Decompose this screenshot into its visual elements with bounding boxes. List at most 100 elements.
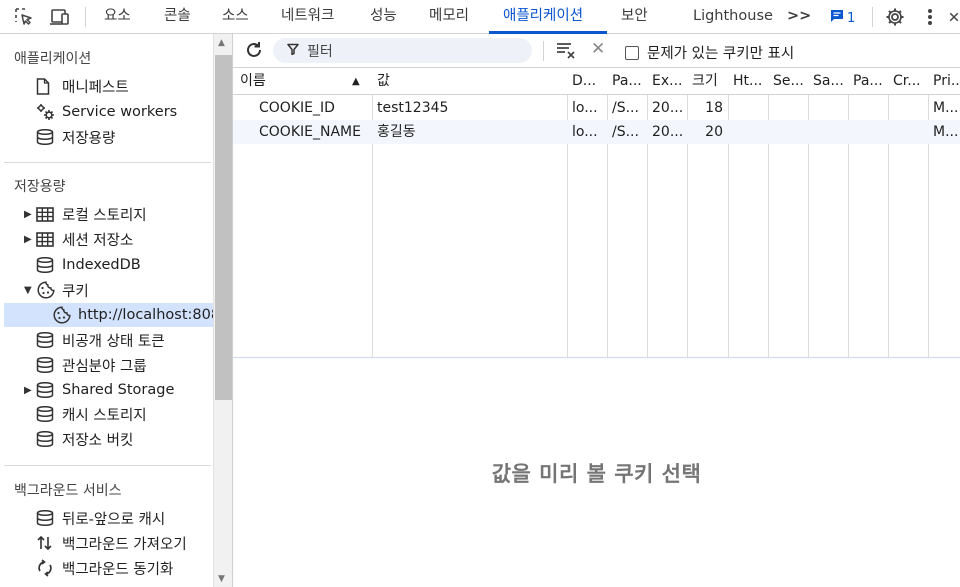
sidebar-item-background-sync[interactable]: 백그라운드 동기화 [36,556,173,580]
cell-samesite [808,120,848,144]
tab-application[interactable]: 애플리케이션 [503,0,583,34]
cell-expires: 20... [652,100,684,116]
cell-partition-key [848,96,888,120]
database-icon [36,356,58,374]
tab-security[interactable]: 보안 [621,0,648,34]
cookies-table: 이름 ▲ 값 D... Pa... Ex... 크기 Ht... Se... S… [233,68,960,358]
sidebar-item-background-fetch[interactable]: 백그라운드 가져오기 [36,531,187,555]
sidebar-item-interest-groups[interactable]: 관심분야 그룹 [36,353,147,377]
sidebar-item-storage-overview[interactable]: 저장용량 [36,125,115,149]
updown-arrows-icon [36,534,58,552]
refresh-icon[interactable] [243,39,265,65]
tab-network[interactable]: 네트워크 [281,0,334,34]
tab-performance[interactable]: 성능 [370,0,397,34]
cell-partition-key [848,120,888,144]
cell-cross-site [888,120,928,144]
sidebar-scrollbar[interactable]: ▲ ▼ [213,34,232,587]
section-header-application: 애플리케이션 [14,51,92,67]
cell-size: 18 [705,100,723,116]
table-header: 이름 ▲ 값 D... Pa... Ex... 크기 Ht... Se... S… [233,68,960,95]
filter-funnel-icon [287,43,299,59]
tab-console[interactable]: 콘솔 [164,0,191,34]
cell-cross-site [888,96,928,120]
sidebar-item-manifest[interactable]: 매니페스트 [36,74,129,98]
column-header-size[interactable]: 크기 [687,68,728,95]
database-icon [36,256,58,274]
filter-input[interactable]: 필터 [273,38,532,63]
tab-memory[interactable]: 메모리 [429,0,469,34]
sidebar-item-indexeddb[interactable]: IndexedDB [36,253,141,277]
column-header-httponly[interactable]: Ht... [728,68,768,95]
settings-gear-icon[interactable] [884,6,906,28]
cell-name: COOKIE_ID [259,100,335,116]
cell-domain: lo... [572,100,598,116]
column-header-priority[interactable]: Pri... [928,68,960,95]
sidebar-item-back-forward-cache[interactable]: 뒤로-앞으로 캐시 [36,506,165,530]
column-header-secure[interactable]: Se... [768,68,808,95]
tab-elements[interactable]: 요소 [104,0,131,34]
message-icon [830,9,844,27]
issues-only-checkbox[interactable]: 문제가 있는 쿠키만 표시 [625,42,794,63]
issues-count: 1 [847,10,856,26]
table-row[interactable]: COOKIE_ID test12345 lo... /S... 20... 18… [233,96,960,120]
cell-value: 홍길동 [377,124,416,140]
sync-icon [36,559,58,577]
column-header-cross-site[interactable]: Cr... [888,68,928,95]
column-header-domain[interactable]: D... [567,68,607,95]
close-devtools-icon[interactable] [948,6,960,28]
cell-path: /S... [612,100,639,116]
scroll-down-arrow-icon[interactable]: ▼ [218,574,225,584]
expand-arrow-icon[interactable]: ▶ [24,234,36,245]
sidebar-item-cookie-origin[interactable]: http://localhost:808 [52,303,213,327]
database-icon [36,381,58,399]
delete-selected-icon[interactable]: ✕ [591,39,605,59]
scrollbar-thumb[interactable] [215,55,232,400]
sidebar-item-local-storage[interactable]: ▶ 로컬 스토리지 [24,202,147,226]
column-header-partition-key[interactable]: Pa... [848,68,888,95]
expand-arrow-icon[interactable]: ▶ [24,209,36,220]
cell-httponly [728,96,768,120]
checkbox-box[interactable] [625,45,639,60]
sidebar-item-private-state-tokens[interactable]: 비공개 상태 토큰 [36,328,165,352]
sidebar-item-storage-buckets[interactable]: 저장소 버킷 [36,427,133,451]
table-row[interactable]: COOKIE_NAME 홍길동 lo... /S... 20... 20 M..… [233,120,960,144]
element-picker-icon[interactable] [13,6,35,28]
sidebar-item-shared-storage[interactable]: ▶ Shared Storage [24,378,174,402]
collapse-arrow-icon[interactable]: ▼ [24,285,36,296]
issues-badge[interactable]: 1 [830,9,855,27]
document-icon [36,77,58,95]
sidebar-item-cookies[interactable]: ▼ 쿠키 [24,278,89,302]
cookie-preview-pane: 값을 미리 볼 쿠키 선택 [233,359,960,587]
sort-ascending-icon: ▲ [352,76,360,87]
cookie-icon [52,306,74,324]
cell-secure [768,120,808,144]
expand-arrow-icon[interactable]: ▶ [24,385,36,396]
database-icon [36,331,58,349]
database-icon [36,405,58,423]
cell-expires: 20... [652,124,684,140]
sidebar-item-service-workers[interactable]: Service workers [36,100,177,124]
cell-path: /S... [612,124,639,140]
device-toolbar-icon[interactable] [49,6,71,28]
cell-name: COOKIE_NAME [259,124,361,140]
tab-sources[interactable]: 소스 [222,0,249,34]
cell-samesite [808,96,848,120]
column-header-value[interactable]: 값 [372,68,567,95]
clear-all-cookies-icon[interactable] [555,40,577,64]
column-header-expires[interactable]: Ex... [647,68,687,95]
cell-priority: M... [933,124,959,140]
sidebar-item-session-storage[interactable]: ▶ 세션 저장소 [24,227,133,251]
column-header-samesite[interactable]: Sa... [808,68,848,95]
tab-lighthouse[interactable]: Lighthouse [693,0,773,34]
more-options-kebab-icon[interactable] [919,6,941,28]
more-tabs-button[interactable]: >> [787,0,811,34]
scroll-up-arrow-icon[interactable]: ▲ [218,38,225,48]
cookie-icon [36,281,58,299]
table-icon [36,205,58,223]
sidebar-item-cache-storage[interactable]: 캐시 스토리지 [36,402,147,426]
preview-empty-message: 값을 미리 볼 쿠키 선택 [491,462,702,486]
column-header-path[interactable]: Pa... [607,68,647,95]
filter-placeholder: 필터 [307,43,333,60]
cell-secure [768,96,808,120]
section-header-background-services: 백그라운드 서비스 [14,483,122,499]
